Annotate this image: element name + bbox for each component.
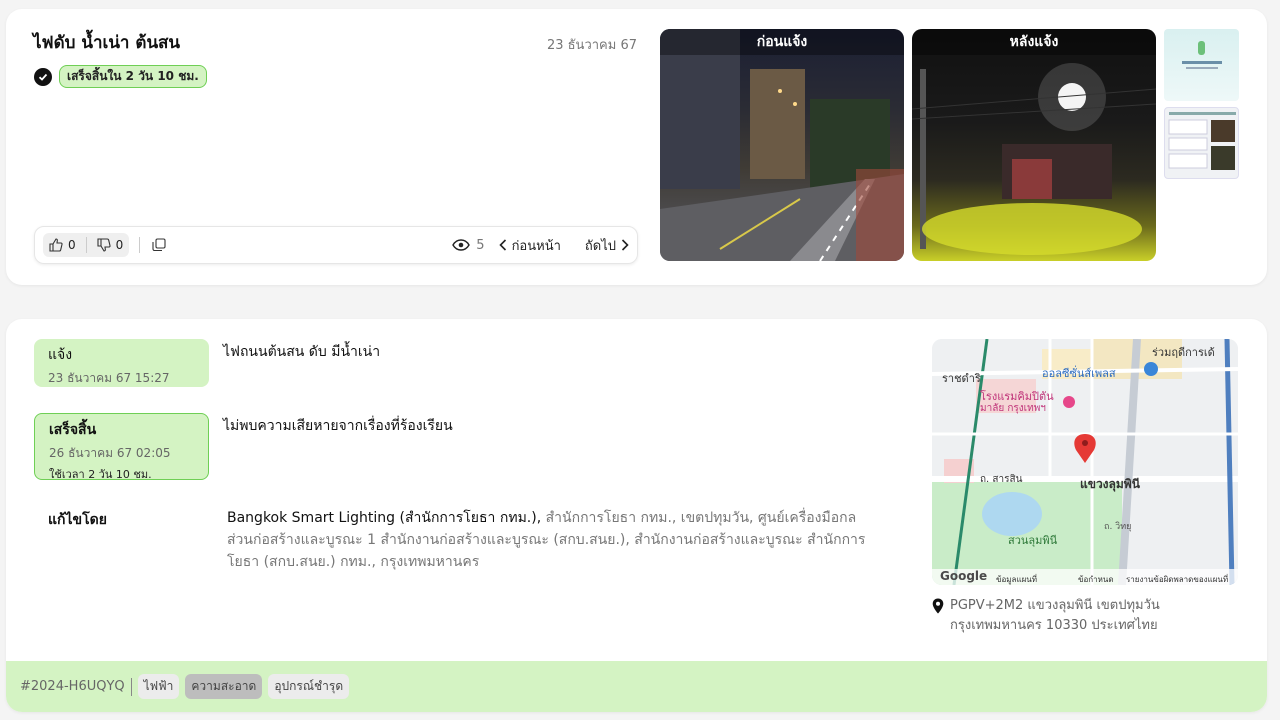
thumbnail-2-image <box>1168 112 1236 170</box>
vote-group: 0 0 <box>43 233 130 257</box>
prev-button[interactable]: ก่อนหน้า <box>498 235 561 256</box>
footer-tags: #2024-H6UQYQ ไฟฟ้า ความสะอาด อุปกรณ์ชำรุ… <box>6 661 1267 712</box>
address: PGPV+2M2 แขวงลุมพินี เขตปทุมวัน กรุงเทพม… <box>932 596 1160 636</box>
chevron-right-icon <box>621 239 629 251</box>
vote-divider <box>85 237 87 253</box>
location-map[interactable]: ราชดำริ ออลซีซั่นส์เพลส ร่วมฤดีการเด้ โร… <box>932 339 1238 585</box>
thumbnail-2[interactable] <box>1164 107 1239 179</box>
google-logo: Google <box>940 569 988 583</box>
like-button[interactable]: 0 <box>49 238 76 252</box>
address-line-2: กรุงเทพมหานคร 10330 ประเทศไทย <box>950 618 1158 633</box>
chevron-left-icon <box>498 239 506 251</box>
dislike-count: 0 <box>115 238 124 252</box>
after-photo-image <box>912 63 1156 255</box>
tag-electric[interactable]: ไฟฟ้า <box>137 674 180 699</box>
views-number: 5 <box>476 237 485 253</box>
thumbnail-1-image <box>1182 41 1222 69</box>
prev-label: ก่อนหน้า <box>511 238 561 254</box>
map-terms-link[interactable]: ข้อกำหนด <box>1078 573 1114 585</box>
view-count: 5 <box>452 237 485 253</box>
step-done-duration: ใช้เวลา 2 วัน 10 ชม. <box>49 468 152 481</box>
map-label-allseasons: ออลซีซั่นส์เพลส <box>1042 367 1116 380</box>
next-label: ถัดไป <box>584 238 616 254</box>
before-photo-image <box>660 29 904 261</box>
fixed-by-label: แก้ไขโดย <box>48 512 107 528</box>
map-report-link[interactable]: รายงานข้อผิดพลาดของแผนที่ <box>1126 573 1228 585</box>
dislike-button[interactable]: 0 <box>97 238 124 252</box>
thumbs-down-icon <box>97 238 111 252</box>
fixed-by-agencies: Bangkok Smart Lighting (สำนักการโยธา กทม… <box>227 507 877 573</box>
step-report-time: 23 ธันวาคม 67 15:27 <box>48 371 170 385</box>
action-bar: 0 0 5 ก่อนหน้า ถัดไป <box>34 226 638 264</box>
map-label-hotel2: มาลัย กรุงเทพฯ <box>980 403 1046 414</box>
report-date: 23 ธันวาคม 67 <box>546 38 637 53</box>
before-photo-label: ก่อนแจ้ง <box>660 29 904 55</box>
map-label-ruam: ร่วมฤดีการเด้ <box>1152 346 1215 359</box>
bar-divider <box>139 237 141 253</box>
address-line-1: PGPV+2M2 แขวงลุมพินี เขตปทุมวัน <box>950 598 1160 613</box>
map-label-sarasin: ถ. สารสิน <box>980 474 1023 485</box>
status-row: เสร็จสิ้นใน 2 วัน 10 ชม. <box>34 65 207 88</box>
report-header-card: ไฟดับ น้ำเน่า ต้นสน 23 ธันวาคม 67 เสร็จส… <box>6 9 1267 285</box>
thumbnail-1[interactable] <box>1164 29 1239 101</box>
after-photo[interactable]: หลังแจ้ง <box>912 29 1156 261</box>
before-photo[interactable]: ก่อนแจ้ง <box>660 29 904 261</box>
copy-icon <box>152 238 166 252</box>
tag-broken-equipment[interactable]: อุปกรณ์ชำรุด <box>268 674 350 699</box>
map-data-link[interactable]: ข้อมูลแผนที่ <box>996 573 1037 585</box>
ticket-id: #2024-H6UQYQ <box>20 679 125 694</box>
report-title: ไฟดับ น้ำเน่า ต้นสน <box>33 33 181 53</box>
next-button[interactable]: ถัดไป <box>585 235 629 256</box>
map-label-rajadamri: ราชดำริ <box>942 372 981 385</box>
report-detail-card: แจ้ง 23 ธันวาคม 67 15:27 ไฟถนนต้นสน ดับ … <box>6 319 1267 712</box>
timeline-step-report: แจ้ง 23 ธันวาคม 67 15:27 <box>34 339 209 387</box>
fixed-by-primary: Bangkok Smart Lighting (สำนักการโยธา กทม… <box>227 510 542 526</box>
status-badge: เสร็จสิ้นใน 2 วัน 10 ชม. <box>59 65 207 88</box>
tag-cleanliness[interactable]: ความสะอาด <box>185 674 263 699</box>
check-circle-icon <box>34 67 52 86</box>
like-count: 0 <box>68 238 76 252</box>
map-label-park: สวนลุมพินี <box>1008 534 1058 547</box>
timeline-step-done: เสร็จสิ้น 26 ธันวาคม 67 02:05 ใช้เวลา 2 … <box>34 413 209 481</box>
step-done-title: เสร็จสิ้น <box>49 422 97 438</box>
step-report-title: แจ้ง <box>48 347 73 363</box>
map-label-lumphini: แขวงลุมพินี <box>1080 477 1140 491</box>
location-pin-icon <box>932 598 944 614</box>
footer-divider <box>130 677 132 696</box>
step-done-time: 26 ธันวาคม 67 02:05 <box>49 446 171 460</box>
copy-button[interactable] <box>152 238 166 252</box>
eye-icon <box>452 239 471 251</box>
step-report-desc: ไฟถนนต้นสน ดับ มีน้ำเน่า <box>223 344 381 360</box>
thumbs-up-icon <box>49 238 63 252</box>
after-photo-label: หลังแจ้ง <box>912 29 1156 55</box>
bar-right: 5 ก่อนหน้า ถัดไป <box>452 235 629 256</box>
map-label-wireless: ถ. วิทยุ <box>1104 522 1132 532</box>
step-done-desc: ไม่พบความเสียหายจากเรื่องที่ร้องเรียน <box>223 418 453 434</box>
